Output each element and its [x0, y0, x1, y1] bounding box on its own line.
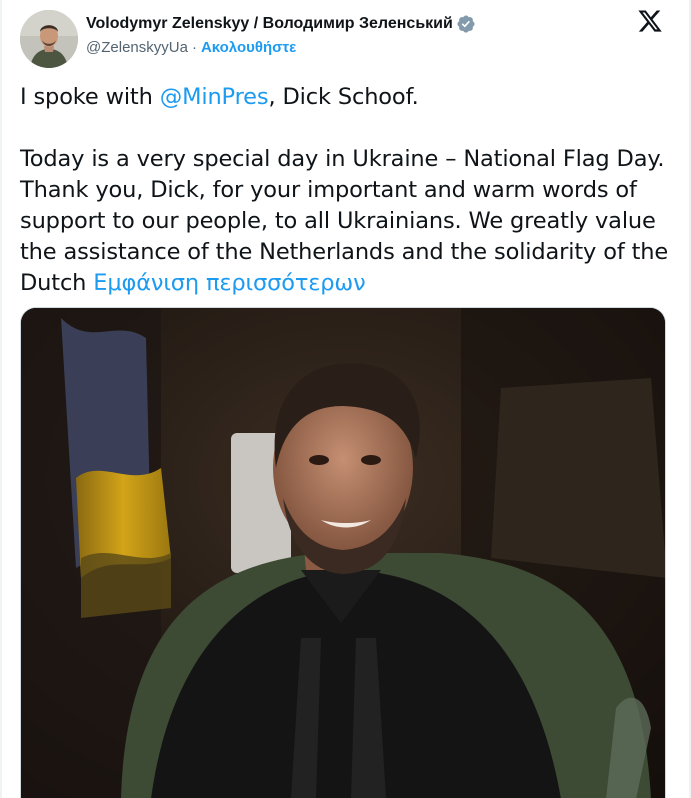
- tweet-text-segment: , Dick Schoof.: [268, 84, 419, 110]
- show-more-link[interactable]: Εμφάνιση περισσότερων: [93, 270, 365, 296]
- tweet-line: the assistance of the Netherlands and th…: [20, 239, 669, 265]
- handle-row: @ZelenskyyUa · Ακολουθήστε: [86, 39, 606, 56]
- tweet-text: I spoke with @MinPres, Dick Schoof. Toda…: [20, 82, 670, 299]
- tweet-header: Volodymyr Zelenskyy / Володимир Зеленськ…: [20, 6, 671, 70]
- author-handle[interactable]: @ZelenskyyUa: [86, 39, 188, 56]
- mention-link[interactable]: @MinPres: [160, 84, 269, 110]
- left-border: [0, 0, 2, 798]
- author-info: Volodymyr Zelenskyy / Володимир Зеленськ…: [86, 14, 606, 56]
- tweet-paragraph-1: I spoke with @MinPres, Dick Schoof.: [20, 82, 670, 113]
- name-row: Volodymyr Zelenskyy / Володимир Зеленськ…: [86, 14, 606, 34]
- tweet-line-last: Dutch Εμφάνιση περισσότερων: [20, 268, 670, 299]
- tweet-photo[interactable]: [20, 307, 666, 798]
- x-logo-icon[interactable]: [637, 8, 663, 34]
- avatar[interactable]: [20, 10, 78, 68]
- verified-badge-icon: [456, 14, 476, 34]
- follow-button[interactable]: Ακολουθήστε: [201, 39, 296, 56]
- tweet-text-segment: Dutch: [20, 270, 94, 296]
- tweet-text-segment: I spoke with: [20, 84, 160, 110]
- tweet-line: Today is a very special day in Ukraine –…: [20, 146, 665, 172]
- author-display-name[interactable]: Volodymyr Zelenskyy / Володимир Зеленськ…: [86, 15, 453, 33]
- separator-dot: ·: [191, 39, 197, 56]
- tweet-line: support to our people, to all Ukrainians…: [20, 208, 656, 234]
- tweet-line: Thank you, Dick, for your important and …: [20, 177, 637, 203]
